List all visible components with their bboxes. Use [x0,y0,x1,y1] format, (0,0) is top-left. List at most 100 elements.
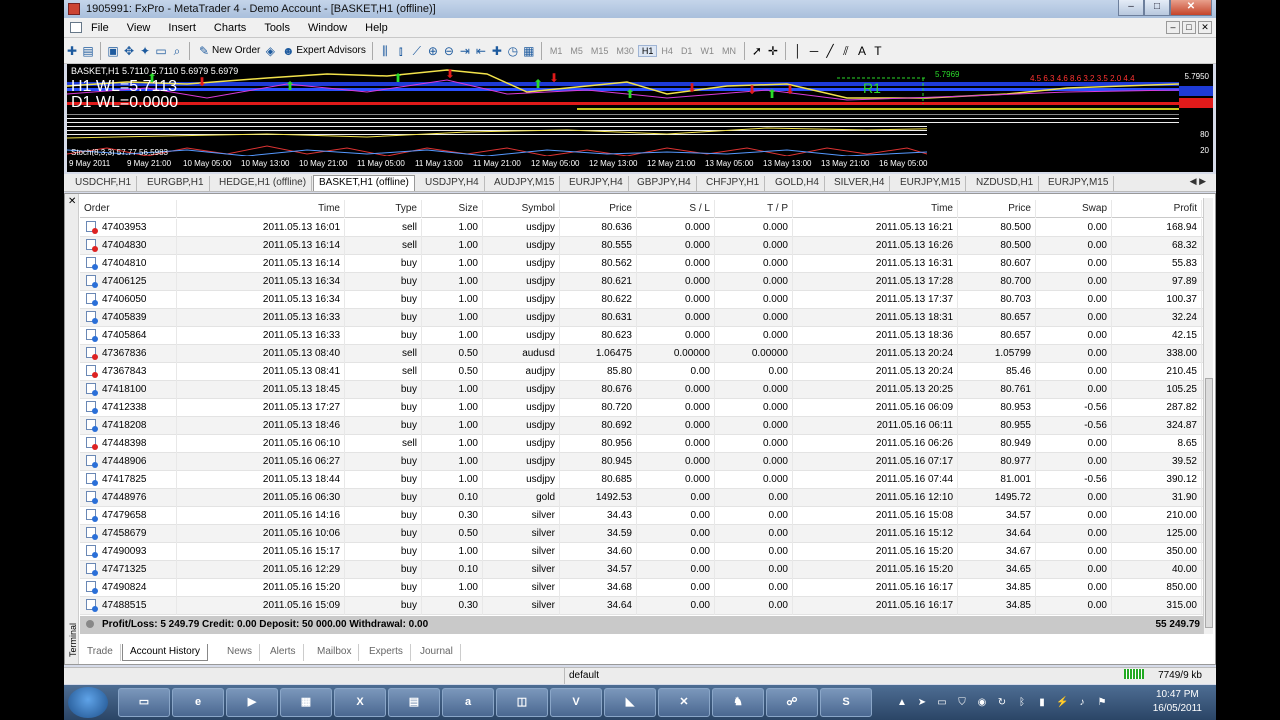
chart-tab[interactable]: SILVER,H4 [829,176,891,192]
data-window-icon[interactable]: ✥ [121,43,137,59]
table-row[interactable]: 47367836 2011.05.13 08:40 sell 0.50 audusd 1.… [80,345,1204,363]
profiles-icon[interactable]: ▤ [80,43,96,59]
taskbar-explorer-icon[interactable]: ▭ [118,688,170,717]
tray-shield-icon[interactable]: ⛉ [956,697,968,709]
tab-journal[interactable]: Journal [413,644,461,661]
candlestick-icon[interactable]: ⫾ [393,43,409,59]
taskbar-alpari-icon[interactable]: a [442,688,494,717]
taskbar-terminal-icon[interactable]: ◫ [496,688,548,717]
navigator-icon[interactable]: ✦ [137,43,153,59]
maximize-button[interactable]: □ [1144,0,1170,16]
table-row[interactable]: 47418208 2011.05.13 18:46 buy 1.00 usdjpy 80.… [80,417,1204,435]
taskbar-ie-icon[interactable]: e [172,688,224,717]
chart-tab[interactable]: USDCHF,H1 [70,176,138,192]
terminal-icon[interactable]: ▭ [153,43,169,59]
menu-insert[interactable]: Insert [159,22,205,34]
column-header-swap[interactable]: Swap [1036,200,1112,218]
tab-mailbox[interactable]: Mailbox [310,644,360,661]
table-row[interactable]: 47412338 2011.05.13 17:27 buy 1.00 usdjpy 80.… [80,399,1204,417]
tray-volume-icon[interactable]: ♪ [1076,697,1088,709]
taskbar-vmware-icon[interactable]: V [550,688,602,717]
vertical-scrollbar[interactable] [1203,198,1213,634]
tab-account-history[interactable]: Account History [122,644,209,661]
close-button[interactable]: ✕ [1170,0,1212,16]
table-row[interactable]: 47458679 2011.05.16 10:06 buy 0.50 silver 34.… [80,525,1204,543]
column-header-close-price[interactable]: Price [958,200,1036,218]
indicators-icon[interactable]: ✚ [489,43,505,59]
tab-experts[interactable]: Experts [362,644,411,661]
scrollbar-thumb[interactable] [1205,378,1213,628]
auto-scroll-icon[interactable]: ⇥ [457,43,473,59]
strategy-tester-icon[interactable]: ⌕ [169,43,185,59]
column-header-stop-loss[interactable]: S / L [637,200,715,218]
menu-tools[interactable]: Tools [255,22,299,34]
timeframe-m1[interactable]: M1 [546,46,567,56]
text-icon[interactable]: A [854,43,870,59]
start-button[interactable] [68,687,108,718]
expert-advisors-button[interactable]: ☻ Expert Advisors [280,41,366,61]
table-row[interactable]: 47418100 2011.05.13 18:45 buy 1.00 usdjpy 80.… [80,381,1204,399]
menu-view[interactable]: View [118,22,160,34]
table-row[interactable]: 47404830 2011.05.13 16:14 sell 1.00 usdjpy 80… [80,237,1204,255]
tab-scroll-arrows[interactable]: ◀ ▶ [1190,176,1206,187]
mdi-restore-button[interactable]: □ [1182,21,1196,34]
channel-icon[interactable]: ⫽ [838,43,854,59]
metaeditor-icon[interactable]: ◈ [262,43,278,59]
tray-bluetooth-icon[interactable]: ᛒ [1016,697,1028,709]
table-row[interactable]: 47471325 2011.05.16 12:29 buy 0.10 silver 34.… [80,561,1204,579]
chart-tab[interactable]: GOLD,H4 [770,176,825,192]
tray-monitor-icon[interactable]: ▭ [936,697,948,709]
taskbar-calculator-icon[interactable]: ▦ [280,688,332,717]
column-header-take-profit[interactable]: T / P [715,200,793,218]
table-row[interactable]: 47404810 2011.05.13 16:14 buy 1.00 usdjpy 80.… [80,255,1204,273]
timeframe-h4[interactable]: H4 [657,46,677,56]
templates-icon[interactable]: ▦ [521,43,537,59]
crosshair-icon[interactable]: ✛ [765,43,781,59]
column-header-type[interactable]: Type [345,200,422,218]
trendline-icon[interactable]: ╱ [822,43,838,59]
line-chart-icon[interactable]: ⟋ [409,43,425,59]
taskbar-x-icon[interactable]: ✕ [658,688,710,717]
timeframe-w1[interactable]: W1 [696,46,718,56]
timeframe-m15[interactable]: M15 [587,46,613,56]
column-header-order[interactable]: Order [80,200,177,218]
chart-tab[interactable]: GBPJPY,H4 [632,176,697,192]
market-watch-icon[interactable]: ▣ [105,43,121,59]
new-chart-icon[interactable]: ✚ [64,43,80,59]
tray-power-icon[interactable]: ⚡ [1056,697,1068,709]
timeframe-d1[interactable]: D1 [677,46,697,56]
chart-tab[interactable]: CHFJPY,H1 [701,176,766,192]
taskbar-network-icon[interactable]: ☍ [766,688,818,717]
minimize-button[interactable]: – [1118,0,1144,16]
table-row[interactable]: 47448906 2011.05.16 06:27 buy 1.00 usdjpy 80.… [80,453,1204,471]
tab-trade[interactable]: Trade [80,644,121,661]
tab-news[interactable]: News [220,644,261,661]
table-row[interactable]: 47403953 2011.05.13 16:01 sell 1.00 usdjpy 80… [80,219,1204,237]
periods-icon[interactable]: ◷ [505,43,521,59]
column-header-open-price[interactable]: Price [560,200,637,218]
timeframe-mn[interactable]: MN [718,46,740,56]
timeframe-m5[interactable]: M5 [566,46,587,56]
column-header-open-time[interactable]: Time [177,200,345,218]
taskbar-folder-icon[interactable]: ▤ [388,688,440,717]
taskbar-skype-icon[interactable]: S [820,688,872,717]
chart-tab[interactable]: NZDUSD,H1 [971,176,1040,192]
zoom-out-icon[interactable]: ⊖ [441,43,457,59]
bar-chart-icon[interactable]: ⫼ [377,43,393,59]
vertical-line-icon[interactable]: │ [790,43,806,59]
column-header-size[interactable]: Size [422,200,483,218]
chart-tab[interactable]: EURJPY,H4 [564,176,629,192]
tray-update-icon[interactable]: ↻ [996,697,1008,709]
table-row[interactable]: 47479658 2011.05.16 14:16 buy 0.30 silver 34.… [80,507,1204,525]
taskbar-clock[interactable]: 10:47 PM 16/05/2011 [1153,688,1202,716]
table-row[interactable]: 47405864 2011.05.13 16:33 buy 1.00 usdjpy 80.… [80,327,1204,345]
document-icon[interactable] [70,22,82,33]
table-row[interactable]: 47406050 2011.05.13 16:34 buy 1.00 usdjpy 80.… [80,291,1204,309]
menu-help[interactable]: Help [356,22,397,34]
taskbar-excel-icon[interactable]: X [334,688,386,717]
mdi-close-button[interactable]: ✕ [1198,21,1212,34]
close-terminal-icon[interactable]: ✕ [68,196,76,207]
title-bar[interactable]: 1905991: FxPro - MetaTrader 4 - Demo Acc… [64,0,1216,18]
menu-window[interactable]: Window [299,22,356,34]
horizontal-line-icon[interactable]: ─ [806,43,822,59]
